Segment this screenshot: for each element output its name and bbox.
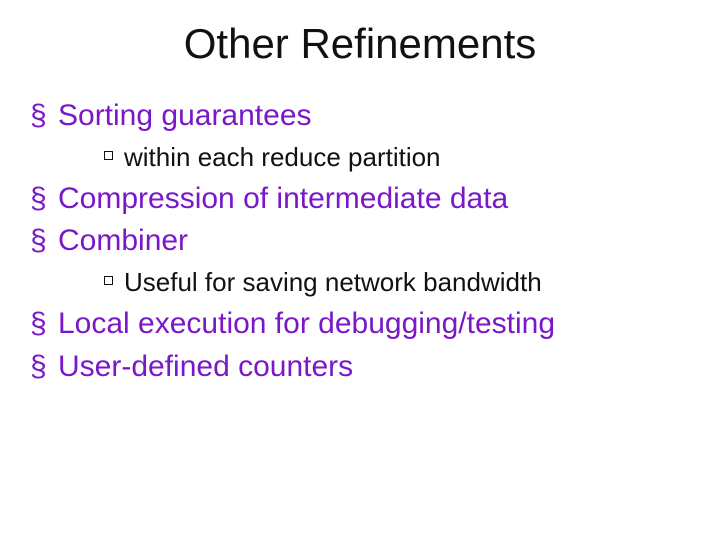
bullet-item: Combiner Useful for saving network bandw… — [30, 221, 690, 300]
bullet-item: Sorting guarantees within each reduce pa… — [30, 96, 690, 175]
sub-bullet-list: Useful for saving network bandwidth — [58, 264, 690, 300]
bullet-text: Sorting guarantees — [58, 99, 312, 132]
slide: Other Refinements Sorting guarantees wit… — [0, 0, 720, 540]
sub-bullet-item: Useful for saving network bandwidth — [96, 264, 690, 300]
sub-bullet-text: within each reduce partition — [124, 142, 441, 172]
bullet-text: Local execution for debugging/testing — [58, 307, 555, 340]
sub-bullet-list: within each reduce partition — [58, 139, 690, 175]
sub-bullet-item: within each reduce partition — [96, 139, 690, 175]
bullet-item: Local execution for debugging/testing — [30, 304, 690, 345]
bullet-text: User-defined counters — [58, 350, 353, 383]
sub-bullet-text: Useful for saving network bandwidth — [124, 267, 542, 297]
bullet-item: User-defined counters — [30, 347, 690, 388]
slide-title: Other Refinements — [30, 20, 690, 68]
bullet-text: Combiner — [58, 224, 188, 257]
bullet-text: Compression of intermediate data — [58, 182, 508, 215]
bullet-list: Sorting guarantees within each reduce pa… — [30, 96, 690, 387]
bullet-item: Compression of intermediate data — [30, 179, 690, 220]
